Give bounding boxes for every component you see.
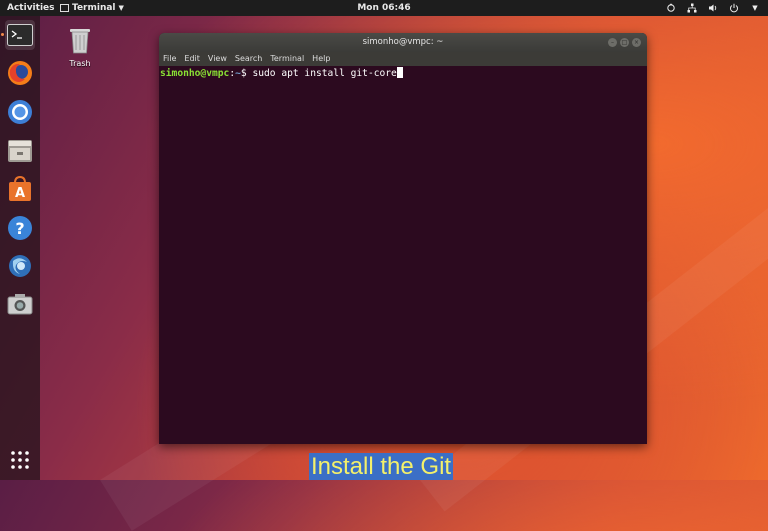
software-center-icon: A	[9, 176, 31, 201]
menu-terminal[interactable]: Terminal	[270, 52, 304, 66]
accessibility-icon[interactable]	[666, 3, 676, 13]
menu-edit[interactable]: Edit	[184, 52, 200, 66]
help-icon: ?	[8, 216, 32, 240]
dock-screenshot[interactable]	[5, 289, 35, 319]
browser-app-icon	[9, 255, 31, 277]
text-cursor	[396, 67, 403, 78]
trash-label: Trash	[69, 59, 91, 68]
maximize-button[interactable]: □	[620, 38, 629, 47]
window-title: simonho@vmpc: ~	[362, 37, 444, 47]
screenshot-icon	[7, 294, 33, 315]
app-menu-label: Terminal	[72, 3, 116, 13]
menu-bar: File Edit View Search Terminal Help	[159, 52, 647, 66]
terminal-small-icon	[60, 4, 69, 12]
prompt-symbol: $	[240, 68, 253, 79]
dock-show-apps[interactable]	[5, 445, 35, 475]
svg-text:?: ?	[15, 219, 24, 238]
system-tray: ▼	[666, 0, 760, 16]
top-bar: Activities Terminal ▼ Mon 06:46 ▼	[0, 0, 768, 16]
dock-files[interactable]	[5, 136, 35, 166]
terminal-icon	[7, 24, 33, 46]
terminal-window[interactable]: simonho@vmpc: ~ – □ × File Edit View Sea…	[159, 33, 647, 444]
menu-search[interactable]: Search	[235, 52, 262, 66]
files-icon	[8, 140, 32, 162]
dock-software-center[interactable]: A	[5, 174, 35, 204]
dock-terminal[interactable]	[1, 20, 35, 50]
menu-file[interactable]: File	[163, 52, 176, 66]
command-text: sudo apt install git-core	[252, 68, 397, 79]
dock: A ?	[0, 16, 40, 480]
menu-view[interactable]: View	[208, 52, 227, 66]
dock-help[interactable]: ?	[5, 213, 35, 243]
trash-icon	[70, 29, 90, 54]
window-controls: – □ ×	[608, 38, 641, 47]
firefox-icon	[8, 61, 32, 85]
desktop-trash[interactable]: Trash	[62, 26, 98, 68]
caption-subtitle: Install the Git	[309, 453, 454, 480]
prompt-user: simonho@vmpc	[160, 68, 230, 79]
close-button[interactable]: ×	[632, 38, 641, 47]
menu-help[interactable]: Help	[312, 52, 330, 66]
chromium-icon	[8, 100, 32, 124]
chevron-down-icon[interactable]: ▼	[750, 3, 760, 13]
running-indicator	[1, 33, 4, 36]
activities-button[interactable]: Activities	[7, 0, 55, 16]
dock-firefox[interactable]	[5, 58, 35, 88]
window-titlebar[interactable]: simonho@vmpc: ~ – □ ×	[159, 33, 647, 52]
network-icon[interactable]	[687, 3, 697, 13]
chevron-down-icon: ▼	[118, 4, 124, 12]
volume-icon[interactable]	[708, 3, 718, 13]
app-menu[interactable]: Terminal ▼	[60, 0, 124, 16]
minimize-button[interactable]: –	[608, 38, 617, 47]
svg-text:A: A	[15, 186, 25, 201]
terminal-output[interactable]: simonho@vmpc:~$ sudo apt install git-cor…	[159, 66, 647, 81]
show-apps-icon	[11, 451, 29, 469]
clock[interactable]: Mon 06:46	[357, 3, 410, 13]
power-icon[interactable]	[729, 3, 739, 13]
dock-browser-app[interactable]	[5, 251, 35, 281]
dock-chromium[interactable]	[5, 97, 35, 127]
